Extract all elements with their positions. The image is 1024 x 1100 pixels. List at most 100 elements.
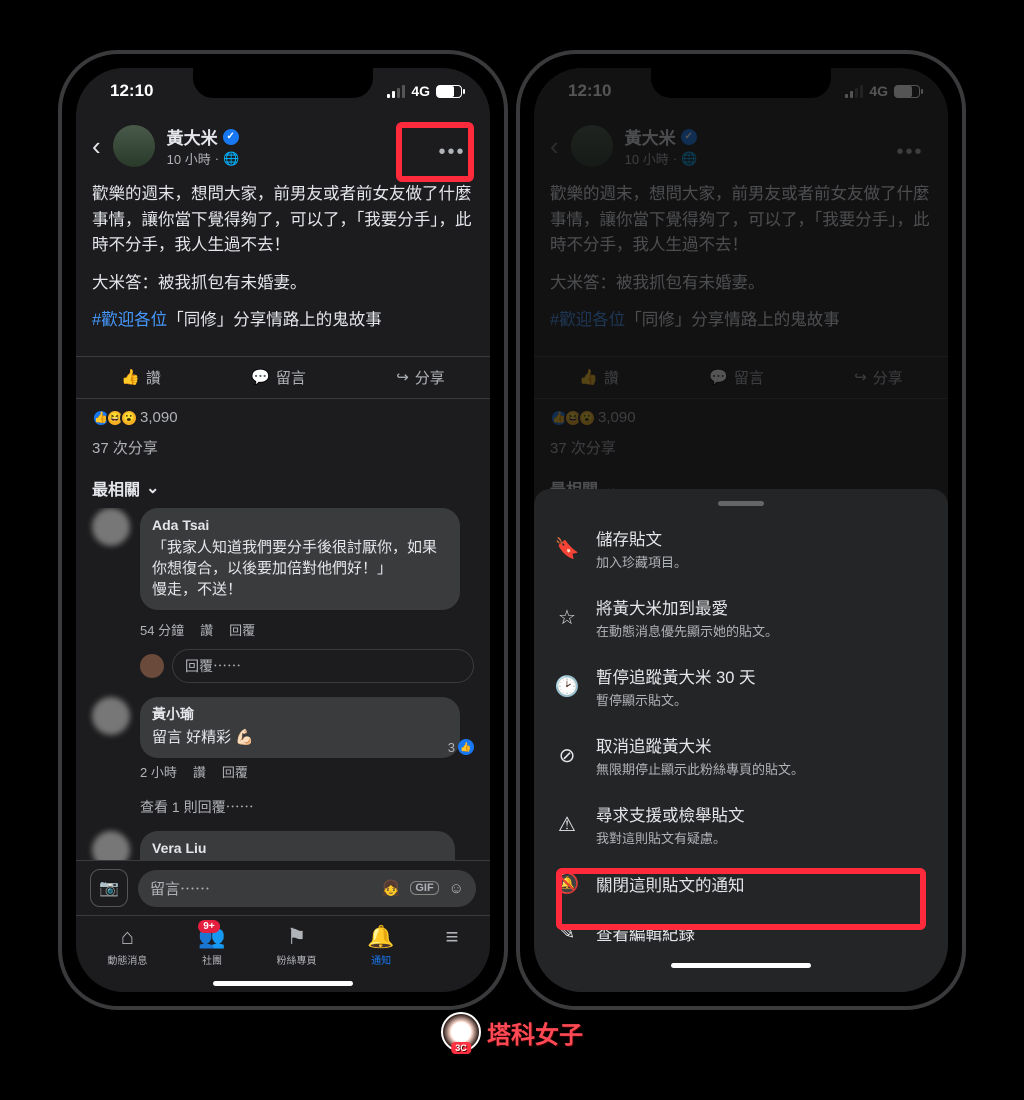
report-icon: ⚠ [554,812,580,837]
network-label: 4G [411,83,430,99]
post-time: 10 小時 [167,149,211,168]
post-paragraph-3: 「同修」分享情路上的鬼故事 [167,311,382,329]
phone-right: 12:10 4G ‹ 黃大米 ✓ 10 小時 ·🌐 [516,50,966,1010]
tab-feed[interactable]: ⌂動態消息 [107,924,147,967]
commenter-avatar[interactable] [92,697,130,735]
star-icon: ☆ [554,605,580,630]
bell-off-icon: 🔕 [554,871,580,896]
comments-list: Ada Tsai 「我家人知道我們要分手後很討厭你，如果你想復合，以後要加倍對他… [76,508,490,860]
action-row: 👍讚 💬留言 ↪分享 [76,356,490,399]
reactions-row[interactable]: 👍 😆 😮 3,090 [76,399,490,431]
post-paragraph-2: 大米答：被我抓包有未婚妻。 [92,271,474,297]
watermark-badge: 3C [451,1042,471,1054]
action-sheet: 🔖 儲存貼文加入珍藏項目。 ☆ 將黃大米加到最愛在動態消息優先顯示她的貼文。 🕑… [534,489,948,992]
screen-left: 12:10 4G ‹ 黃大米 ✓ 10 小時 · [76,68,490,992]
post-header: ‹ 黃大米 ✓ 10 小時 · 🌐 ••• [76,114,490,178]
reply-input[interactable]: 回覆⋯⋯ [172,649,474,683]
chevron-down-icon: ⌄ [146,478,159,498]
reaction-count: 3,090 [140,409,178,426]
sheet-snooze[interactable]: 🕑 暫停追蹤黃大米 30 天暫停顯示貼文。 [534,652,948,721]
hashtag[interactable]: #歡迎各位 [92,311,167,329]
status-time: 12:10 [110,81,153,101]
post-body: 歡樂的週末，想問大家，前男友或者前女友做了什麼事情，讓你當下覺得夠了，可以了，「… [76,178,490,356]
shares-count[interactable]: 37 次分享 [76,431,490,468]
self-avatar [140,654,164,678]
commenter-name: Ada Tsai [152,516,448,536]
reply-thread: 回覆⋯⋯ [140,649,474,683]
notch [193,68,373,98]
sheet-edit-history[interactable]: ✎ 查看編輯紀錄 [534,908,948,957]
bookmark-icon: 🔖 [554,536,580,561]
back-button[interactable]: ‹ [92,131,101,162]
sheet-grabber[interactable] [718,501,764,506]
like-icon: 👍 [458,739,474,755]
history-icon: ✎ [554,920,580,945]
comment-text: 「我家人知道我們要分手後很討厭你，如果你想復合，以後要加倍對他們好！」 慢走，不… [152,537,448,600]
tab-menu[interactable]: ≡ [446,924,459,952]
gif-icon[interactable]: GIF [410,881,438,895]
composer-bar: 📷 留言⋯⋯ 👧 GIF ☺ [76,860,490,915]
like-button[interactable]: 👍讚 [121,367,161,388]
more-button[interactable]: ••• [428,132,476,172]
comment-reply-action[interactable]: 回覆 [222,762,248,781]
share-icon: ↪ [396,368,409,386]
comment-button[interactable]: 💬留言 [251,367,306,388]
commenter-name: 黃小瑜 [152,705,448,725]
comment-icon: 💬 [251,368,270,386]
comment-like-action[interactable]: 讚 [193,762,206,781]
sheet-add-favorite[interactable]: ☆ 將黃大米加到最愛在動態消息優先顯示她的貼文。 [534,583,948,652]
comment-time: 2 小時 [140,762,177,781]
comment-reply-action[interactable]: 回覆 [229,620,255,639]
home-icon: ⌂ [121,924,134,950]
commenter-avatar[interactable] [92,508,130,546]
tab-pages[interactable]: ⚑粉絲專頁 [277,924,317,967]
verified-icon: ✓ [223,129,239,145]
comment-like-count[interactable]: 3 👍 [448,739,474,755]
bell-icon: 🔔 [367,924,394,950]
comment-text: 留言 好精彩 💪🏻 [152,727,448,748]
notch [651,68,831,98]
clock-icon: 🕑 [554,674,580,699]
commenter-name: Vera Liu [152,839,443,859]
watermark: 3C 塔科女子 [441,1012,583,1052]
share-button[interactable]: ↪分享 [396,367,445,388]
screen-right: 12:10 4G ‹ 黃大米 ✓ 10 小時 ·🌐 [534,68,948,992]
view-replies-link[interactable]: 查看 1 則回覆⋯⋯ [140,797,474,817]
sheet-mute-notifications[interactable]: 🔕 關閉這則貼文的通知 [534,859,948,908]
tab-notifications[interactable]: 🔔通知 [367,924,394,967]
battery-icon [436,85,462,98]
sheet-report[interactable]: ⚠ 尋求支援或檢舉貼文我對這則貼文有疑慮。 [534,790,948,859]
comment-bubble[interactable]: 黃小瑜 留言 好精彩 💪🏻 [140,697,460,758]
unfollow-icon: ⊘ [554,743,580,768]
comment-item: 黃小瑜 留言 好精彩 💪🏻 2 小時 讚 回覆 3 👍 [92,697,474,791]
tab-groups[interactable]: 👥9+社團 [198,924,225,967]
comment-item: Vera Liu 什麼都要 AA 制 連合吃一塊雞排 事後還跟我 [92,831,474,860]
avatar-sticker-icon[interactable]: 👧 [382,879,401,897]
comment-bubble[interactable]: Ada Tsai 「我家人知道我們要分手後很討厭你，如果你想復合，以後要加倍對他… [140,508,460,611]
menu-icon: ≡ [446,924,459,950]
sort-dropdown[interactable]: 最相關 ⌄ [76,468,490,508]
home-indicator[interactable] [213,981,353,986]
home-indicator[interactable] [671,963,811,968]
flag-icon: ⚑ [287,924,307,950]
commenter-avatar[interactable] [92,831,130,860]
author-avatar[interactable] [113,125,155,167]
badge: 9+ [198,920,219,933]
watermark-text: 塔科女子 [487,1015,583,1050]
comment-input[interactable]: 留言⋯⋯ 👧 GIF ☺ [138,870,476,907]
comment-time: 54 分鐘 [140,620,184,639]
thumb-icon: 👍 [121,368,140,386]
signal-icon [387,85,405,98]
author-name[interactable]: 黃大米 [167,124,218,149]
camera-button[interactable]: 📷 [90,869,128,907]
comment-like-action[interactable]: 讚 [200,620,213,639]
emoji-icon[interactable]: ☺ [449,880,464,897]
comment-bubble[interactable]: Vera Liu 什麼都要 AA 制 連合吃一塊雞排 事後還跟我 [140,831,455,860]
comment-item: Ada Tsai 「我家人知道我們要分手後很討厭你，如果你想復合，以後要加倍對他… [92,508,474,611]
phone-left: 12:10 4G ‹ 黃大米 ✓ 10 小時 · [58,50,508,1010]
sheet-save-post[interactable]: 🔖 儲存貼文加入珍藏項目。 [534,514,948,583]
sheet-unfollow[interactable]: ⊘ 取消追蹤黃大米無限期停止顯示此粉絲專頁的貼文。 [534,721,948,790]
reaction-wow-icon: 😮 [120,409,138,427]
tab-bar: ⌂動態消息 👥9+社團 ⚑粉絲專頁 🔔通知 ≡ [76,915,490,977]
post-paragraph-1: 歡樂的週末，想問大家，前男友或者前女友做了什麼事情，讓你當下覺得夠了，可以了，「… [92,182,474,259]
